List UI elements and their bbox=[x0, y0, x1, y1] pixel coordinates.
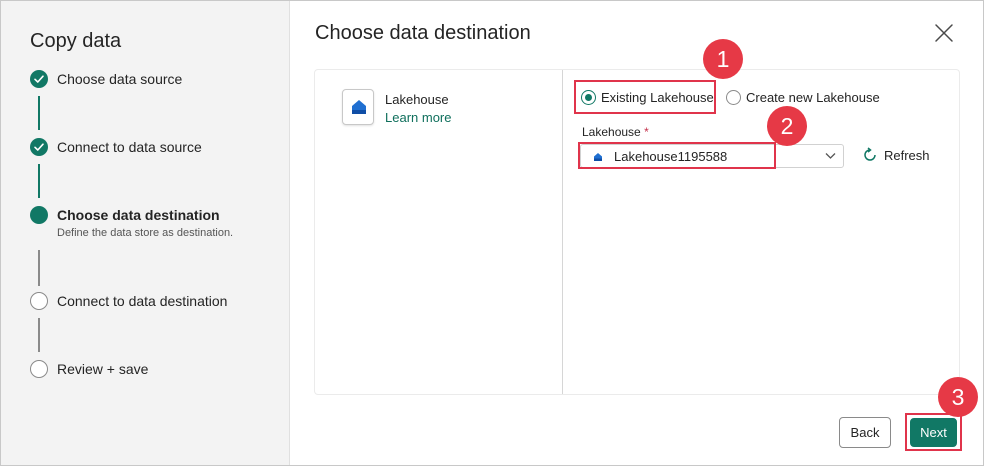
current-step-dot-icon bbox=[30, 206, 48, 224]
step-badge-1: 1 bbox=[703, 39, 743, 79]
field-label-text: Lakehouse bbox=[582, 125, 641, 139]
close-icon bbox=[935, 24, 953, 42]
highlight-box-existing-lakehouse bbox=[574, 80, 716, 114]
destination-name: Lakehouse bbox=[385, 92, 449, 107]
lakehouse-icon bbox=[342, 89, 374, 125]
refresh-icon bbox=[864, 147, 876, 161]
refresh-label: Refresh bbox=[884, 148, 930, 163]
check-icon bbox=[30, 70, 48, 88]
step-label: Connect to data source bbox=[57, 139, 202, 155]
panel-divider bbox=[562, 70, 563, 394]
radio-unchecked-icon bbox=[726, 90, 741, 105]
wizard-title: Copy data bbox=[30, 30, 122, 52]
highlight-box-next bbox=[905, 413, 962, 451]
required-marker: * bbox=[644, 125, 649, 139]
step-description: Define the data store as destination. bbox=[57, 227, 234, 239]
create-new-lakehouse-radio[interactable]: Create new Lakehouse bbox=[726, 90, 881, 107]
step-badge-3: 3 bbox=[938, 377, 978, 417]
step-label: Connect to data destination bbox=[57, 293, 228, 309]
pending-step-dot-icon bbox=[30, 292, 48, 310]
step-label: Choose data source bbox=[57, 71, 183, 87]
chevron-down-icon bbox=[825, 153, 836, 159]
lakehouse-field-label: Lakehouse * bbox=[582, 125, 649, 139]
step-connector bbox=[38, 96, 40, 130]
back-button[interactable]: Back bbox=[839, 417, 891, 448]
page-title: Choose data destination bbox=[315, 22, 531, 44]
step-badge-2: 2 bbox=[767, 106, 807, 146]
radio-label: Create new Lakehouse bbox=[746, 90, 880, 105]
close-button[interactable] bbox=[933, 22, 955, 44]
pending-step-dot-icon bbox=[30, 360, 48, 378]
check-icon bbox=[30, 138, 48, 156]
highlight-box-lakehouse-select bbox=[578, 142, 776, 169]
step-connector bbox=[38, 250, 40, 286]
step-label: Review + save bbox=[57, 361, 149, 377]
learn-more-link[interactable]: Learn more bbox=[385, 110, 451, 125]
step-connector bbox=[38, 318, 40, 352]
step-connector bbox=[38, 164, 40, 198]
step-label: Choose data destination bbox=[57, 207, 220, 223]
